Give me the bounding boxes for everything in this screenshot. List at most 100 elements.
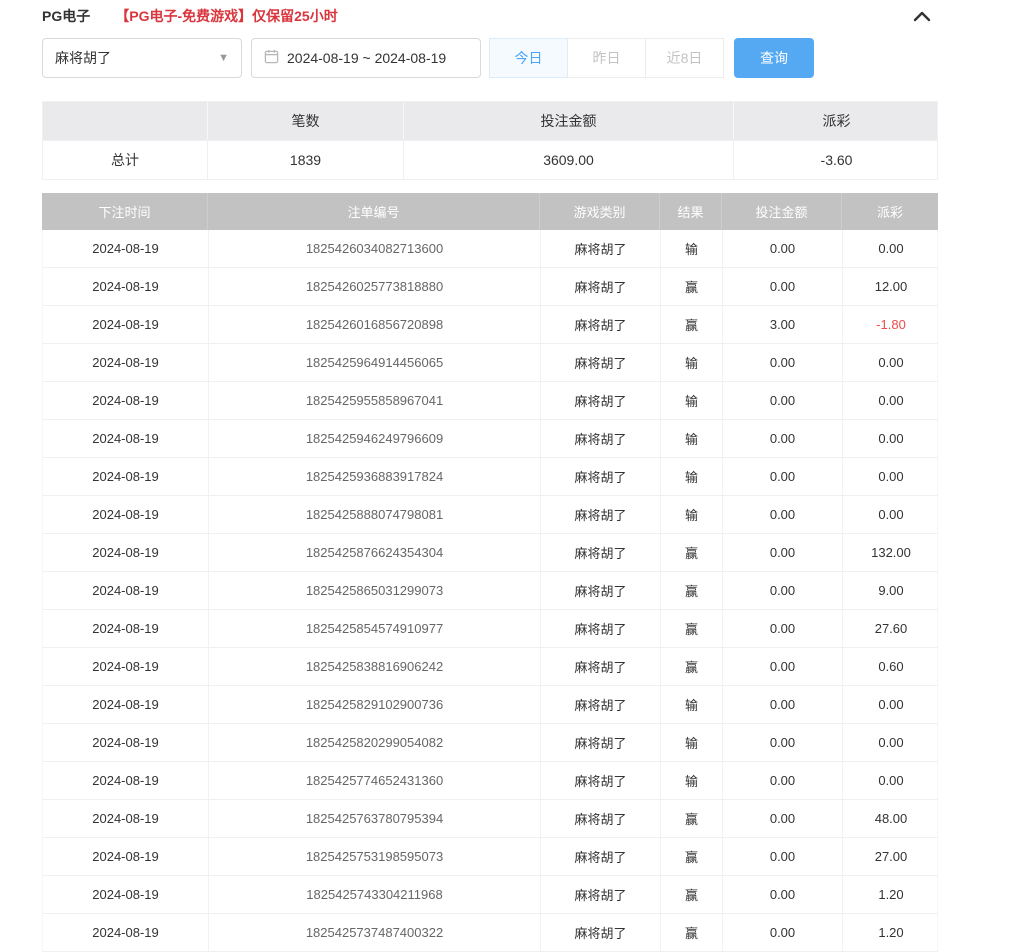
table-row: 2024-08-191825425774652431360麻将胡了输0.000.… [42, 762, 938, 800]
panel-header: PG电子 【PG电子-免费游戏】仅保留25小时 [42, 0, 938, 24]
col-header-time: 下注时间 [42, 193, 208, 230]
cell-payout: 0.00 [843, 686, 939, 723]
query-button[interactable]: 查询 [734, 38, 814, 78]
cell-date: 2024-08-19 [43, 458, 209, 495]
cell-date: 2024-08-19 [43, 534, 209, 571]
cell-payout: 0.00 [843, 382, 939, 419]
cell-bet-amount: 0.00 [723, 838, 843, 875]
cell-order-id: 1825426025773818880 [209, 268, 541, 305]
cell-game-type: 麻将胡了 [541, 306, 661, 343]
cell-payout: 48.00 [843, 800, 939, 837]
collapse-panel-button[interactable] [912, 9, 932, 23]
cell-game-type: 麻将胡了 [541, 762, 661, 799]
summary-header-blank [43, 102, 208, 140]
cell-bet-amount: 0.00 [723, 344, 843, 381]
cell-game-type: 麻将胡了 [541, 458, 661, 495]
cell-date: 2024-08-19 [43, 496, 209, 533]
cell-date: 2024-08-19 [43, 230, 209, 267]
betting-records-panel: PG电子 【PG电子-免费游戏】仅保留25小时 麻将胡了 ▼ 2024-08-1… [42, 0, 938, 952]
table-row: 2024-08-191825425964914456065麻将胡了输0.000.… [42, 344, 938, 382]
table-row: 2024-08-191825425753198595073麻将胡了赢0.0027… [42, 838, 938, 876]
cell-date: 2024-08-19 [43, 420, 209, 457]
table-row: 2024-08-191825425888074798081麻将胡了输0.000.… [42, 496, 938, 534]
cell-bet-amount: 0.00 [723, 534, 843, 571]
summary-header-bet-amount: 投注金额 [404, 102, 734, 140]
cell-bet-amount: 0.00 [723, 610, 843, 647]
cell-result: 赢 [661, 648, 723, 685]
calendar-icon [264, 49, 279, 67]
col-header-game-type: 游戏类别 [540, 193, 660, 230]
cell-date: 2024-08-19 [43, 268, 209, 305]
table-row: 2024-08-191825425865031299073麻将胡了赢0.009.… [42, 572, 938, 610]
table-row: 2024-08-191825425955858967041麻将胡了输0.000.… [42, 382, 938, 420]
cell-bet-amount: 0.00 [723, 420, 843, 457]
cell-order-id: 1825425964914456065 [209, 344, 541, 381]
cell-date: 2024-08-19 [43, 762, 209, 799]
cell-date: 2024-08-19 [43, 344, 209, 381]
cell-order-id: 1825425876624354304 [209, 534, 541, 571]
summary-total-count: 1839 [208, 141, 404, 179]
summary-header-row: 笔数 投注金额 派彩 [43, 102, 937, 140]
chevron-down-icon: ▼ [218, 52, 229, 64]
cell-payout: 0.00 [843, 762, 939, 799]
summary-total-row: 总计 1839 3609.00 -3.60 [43, 140, 937, 179]
cell-result: 输 [661, 762, 723, 799]
cell-bet-amount: 0.00 [723, 382, 843, 419]
quick-btn-today[interactable]: 今日 [489, 38, 568, 78]
cell-game-type: 麻将胡了 [541, 268, 661, 305]
summary-total-bet-amount: 3609.00 [404, 141, 734, 179]
cell-payout: 27.60 [843, 610, 939, 647]
cell-order-id: 1825425854574910977 [209, 610, 541, 647]
table-row: 2024-08-191825425820299054082麻将胡了输0.000.… [42, 724, 938, 762]
cell-game-type: 麻将胡了 [541, 420, 661, 457]
cell-payout: 12.00 [843, 268, 939, 305]
cell-result: 赢 [661, 572, 723, 609]
col-header-payout: 派彩 [842, 193, 938, 230]
game-select[interactable]: 麻将胡了 ▼ [42, 38, 242, 78]
bet-table-header: 下注时间 注单编号 游戏类别 结果 投注金额 派彩 [42, 193, 938, 230]
table-row: 2024-08-191825425829102900736麻将胡了输0.000.… [42, 686, 938, 724]
cell-date: 2024-08-19 [43, 306, 209, 343]
cell-payout: -1.80 [843, 306, 939, 343]
cell-payout: 0.60 [843, 648, 939, 685]
cell-game-type: 麻将胡了 [541, 800, 661, 837]
cell-result: 赢 [661, 306, 723, 343]
cell-game-type: 麻将胡了 [541, 230, 661, 267]
cell-game-type: 麻将胡了 [541, 610, 661, 647]
quick-btn-yesterday[interactable]: 昨日 [567, 38, 646, 78]
table-row: 2024-08-191825426016856720898麻将胡了赢3.00-1… [42, 306, 938, 344]
table-row: 2024-08-191825425854574910977麻将胡了赢0.0027… [42, 610, 938, 648]
cell-order-id: 1825425888074798081 [209, 496, 541, 533]
cell-payout: 0.00 [843, 724, 939, 761]
quick-btn-last8days[interactable]: 近8日 [645, 38, 724, 78]
bet-table: 下注时间 注单编号 游戏类别 结果 投注金额 派彩 2024-08-191825… [42, 193, 938, 952]
cell-result: 输 [661, 496, 723, 533]
cell-result: 赢 [661, 800, 723, 837]
cell-order-id: 1825426016856720898 [209, 306, 541, 343]
cell-result: 赢 [661, 876, 723, 913]
table-row: 2024-08-191825425763780795394麻将胡了赢0.0048… [42, 800, 938, 838]
cell-payout: 0.00 [843, 420, 939, 457]
cell-result: 输 [661, 420, 723, 457]
cell-bet-amount: 0.00 [723, 648, 843, 685]
game-select-value: 麻将胡了 [55, 48, 111, 68]
cell-result: 输 [661, 230, 723, 267]
cell-game-type: 麻将胡了 [541, 534, 661, 571]
cell-game-type: 麻将胡了 [541, 686, 661, 723]
retention-notice: 【PG电子-免费游戏】仅保留25小时 [115, 6, 337, 26]
cell-date: 2024-08-19 [43, 800, 209, 837]
cell-result: 赢 [661, 268, 723, 305]
table-row: 2024-08-191825425737487400322麻将胡了赢0.001.… [42, 914, 938, 952]
summary-total-label: 总计 [43, 141, 208, 179]
summary-header-count: 笔数 [208, 102, 404, 140]
cell-order-id: 1825425763780795394 [209, 800, 541, 837]
date-range-input[interactable]: 2024-08-19 ~ 2024-08-19 [251, 38, 481, 78]
col-header-order-id: 注单编号 [208, 193, 540, 230]
col-header-result: 结果 [660, 193, 722, 230]
cell-bet-amount: 0.00 [723, 268, 843, 305]
table-row: 2024-08-191825425876624354304麻将胡了赢0.0013… [42, 534, 938, 572]
cell-game-type: 麻将胡了 [541, 572, 661, 609]
bet-table-body: 2024-08-191825426034082713600麻将胡了输0.000.… [42, 230, 938, 952]
table-row: 2024-08-191825425946249796609麻将胡了输0.000.… [42, 420, 938, 458]
cell-date: 2024-08-19 [43, 610, 209, 647]
